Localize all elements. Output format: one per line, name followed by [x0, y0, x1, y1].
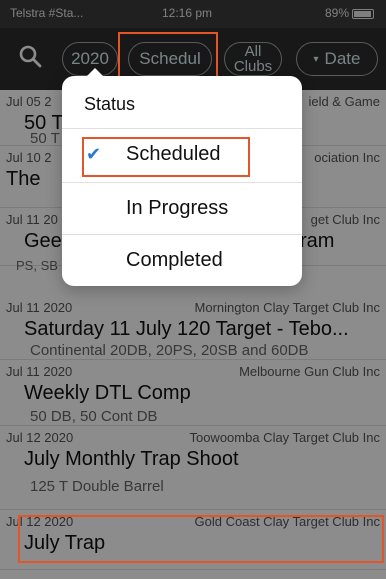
status-option-completed[interactable]: Completed [62, 234, 302, 286]
event-date: Jul 05 2 [6, 94, 52, 109]
list-item[interactable]: Jul 12 2020 Toowoomba Clay Target Club I… [0, 426, 386, 510]
event-detail: 50 T [30, 130, 60, 147]
event-name: Weekly DTL Comp [24, 382, 191, 404]
status-popover: Status ✔ Scheduled In Progress Completed [62, 68, 302, 286]
event-name-tail: ram [300, 230, 335, 252]
event-club: Mornington Clay Target Club Inc [194, 300, 380, 315]
event-date: Jul 11 2020 [6, 300, 73, 315]
status-bar: Telstra #Sta... 12:16 pm 89% [0, 0, 386, 28]
event-club: ield & Game [308, 94, 380, 109]
dropdown-icon: ▾ [313, 53, 319, 65]
list-item[interactable]: Jul 11 2020 Mornington Clay Target Club … [0, 296, 386, 360]
event-detail: 125 T Double Barrel [30, 478, 164, 495]
event-date: Jul 11 20 [6, 212, 58, 227]
highlight-july-trap [18, 515, 384, 563]
event-detail: 50 DB, 50 Cont DB [30, 408, 158, 425]
event-club: Melbourne Gun Club Inc [239, 364, 380, 379]
clock: 12:16 pm [162, 6, 213, 20]
event-date: Jul 10 2 [6, 150, 52, 165]
list-item[interactable]: Jul 11 2020 Melbourne Gun Club Inc Weekl… [0, 360, 386, 426]
battery-icon [352, 8, 374, 19]
event-detail: Continental 20DB, 20PS, 20SB and 60DB [30, 342, 309, 359]
event-name: Saturday 11 July 120 Target - Tebo... [24, 318, 349, 340]
battery-indicator: 89% [325, 6, 374, 20]
event-club: get Club Inc [310, 212, 380, 227]
event-club: ociation Inc [314, 150, 380, 165]
highlight-scheduled-option [82, 137, 250, 177]
highlight-status-filter [118, 32, 218, 82]
event-name: July Monthly Trap Shoot [24, 448, 239, 470]
sort-date-button[interactable]: ▾ Date [296, 42, 378, 76]
clubs-filter-button[interactable]: All Clubs [224, 42, 282, 76]
carrier-label: Telstra #Sta... [10, 6, 84, 20]
event-date: Jul 12 2020 [6, 430, 74, 445]
event-name: Gee [24, 230, 62, 252]
status-option-label: Completed [126, 249, 223, 271]
popover-title: Status [84, 94, 136, 114]
search-icon[interactable] [18, 44, 42, 68]
event-club: Toowoomba Clay Target Club Inc [189, 430, 380, 445]
event-name: The [6, 168, 41, 190]
event-date: Jul 11 2020 [6, 364, 73, 379]
status-option-label: In Progress [126, 197, 229, 219]
status-option-in-progress[interactable]: In Progress [62, 182, 302, 234]
